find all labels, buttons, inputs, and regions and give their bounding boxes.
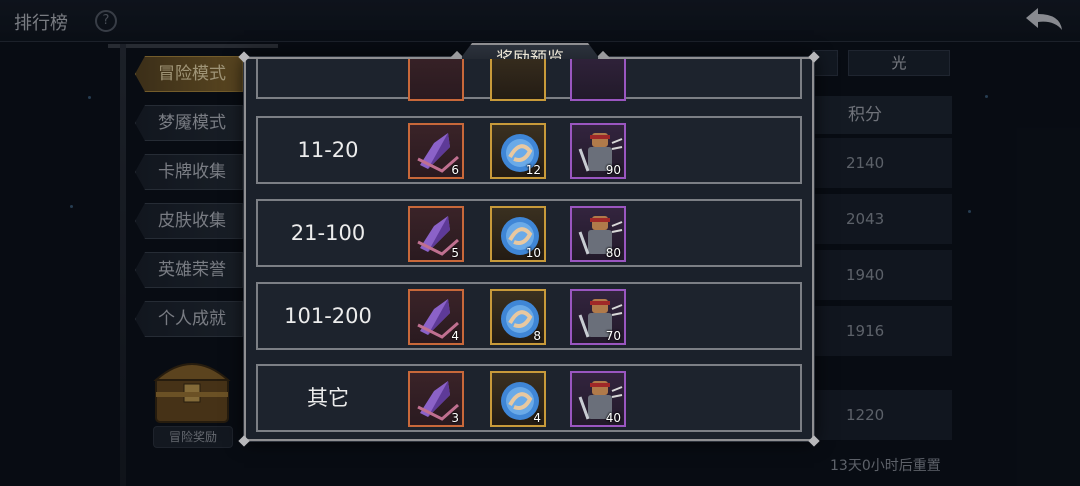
reward-quantity: 70 xyxy=(605,329,621,343)
reward-quantity: 5 xyxy=(451,246,459,260)
reward-quantity: 10 xyxy=(525,246,541,260)
reward-preview-dialog: 奖励预览 11-20 6 12 90 21-100 xyxy=(238,57,820,447)
purple-crystal-icon[interactable]: 6 xyxy=(408,123,464,179)
reward-quantity: 40 xyxy=(605,411,621,425)
hero-card-icon[interactable]: 40 xyxy=(570,371,626,427)
purple-crystal-icon[interactable] xyxy=(408,59,464,101)
hero-card-icon[interactable] xyxy=(570,59,626,101)
reward-quantity: 6 xyxy=(451,163,459,177)
blue-rune-coin-icon[interactable]: 12 xyxy=(490,123,546,179)
reward-quantity: 90 xyxy=(605,163,621,177)
blue-rune-coin-icon[interactable] xyxy=(490,59,546,101)
reward-quantity: 80 xyxy=(605,246,621,260)
rank-range: 其它 xyxy=(307,386,349,410)
purple-crystal-icon[interactable]: 5 xyxy=(408,206,464,262)
list-item xyxy=(256,59,802,101)
reward-quantity: 8 xyxy=(533,329,541,343)
blue-rune-coin-icon[interactable]: 10 xyxy=(490,206,546,262)
hero-card-icon[interactable]: 70 xyxy=(570,289,626,345)
rank-range: 11-20 xyxy=(297,138,359,162)
reward-quantity: 4 xyxy=(533,411,541,425)
rank-range: 21-100 xyxy=(290,221,366,245)
list-item: 21-100 5 10 80 xyxy=(256,199,802,267)
list-item: 11-20 6 12 90 xyxy=(256,116,802,184)
list-item: 101-200 4 8 70 xyxy=(256,282,802,350)
blue-rune-coin-icon[interactable]: 8 xyxy=(490,289,546,345)
purple-crystal-icon[interactable]: 4 xyxy=(408,289,464,345)
list-item: 其它 3 4 40 xyxy=(256,364,802,432)
reward-quantity: 4 xyxy=(451,329,459,343)
reward-list[interactable]: 11-20 6 12 90 21-100 5 10 80 101-200 4 8… xyxy=(256,59,802,439)
reward-quantity: 3 xyxy=(451,411,459,425)
purple-crystal-icon[interactable]: 3 xyxy=(408,371,464,427)
rank-range: 101-200 xyxy=(284,304,372,328)
hero-card-icon[interactable]: 80 xyxy=(570,206,626,262)
reward-quantity: 12 xyxy=(525,163,541,177)
blue-rune-coin-icon[interactable]: 4 xyxy=(490,371,546,427)
hero-card-icon[interactable]: 90 xyxy=(570,123,626,179)
